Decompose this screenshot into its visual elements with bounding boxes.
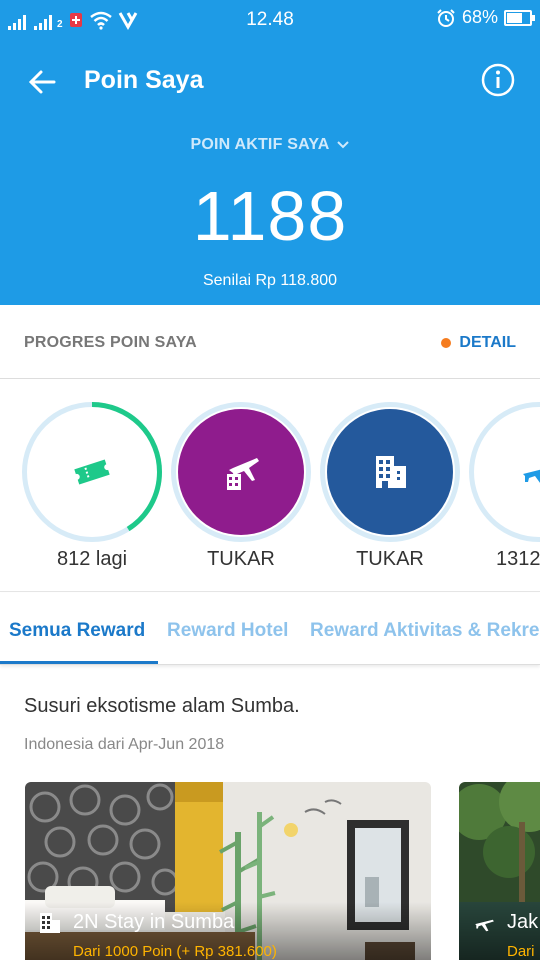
hotel-icon (40, 912, 60, 933)
points-type-dropdown[interactable]: POIN AKTIF SAYA (0, 136, 540, 154)
reward-item-flight[interactable]: 1312 (469, 402, 540, 571)
reward-category-tabs: Semua Reward Reward Hotel Reward Aktivit… (0, 593, 540, 665)
info-icon[interactable] (480, 62, 516, 98)
page-title: Poin Saya (84, 66, 204, 94)
points-type-label: POIN AKTIF SAYA (190, 136, 330, 153)
reward-icon-bg (178, 409, 304, 535)
promo-subtitle: Indonesia dari Apr-Jun 2018 (24, 736, 225, 753)
status-bar: 2 12.48 68% (0, 0, 540, 38)
active-tab-indicator (0, 661, 158, 664)
back-arrow-icon[interactable] (24, 64, 60, 100)
reward-progress-list: 812 lagi TUKAR TUKAR 1312 (0, 380, 540, 592)
promo-card[interactable]: Jak Dari (459, 782, 540, 960)
detail-label: DETAIL (459, 334, 516, 351)
promo-title: Susuri eksotisme alam Sumba. (24, 695, 300, 717)
promo-card-caption: Jak (473, 911, 538, 934)
airplane-icon (475, 919, 494, 931)
battery-icon (504, 9, 535, 26)
hotel-building-icon (376, 456, 406, 488)
promo-card-title: 2N Stay in Sumba (73, 911, 235, 933)
tab-all-rewards[interactable]: Semua Reward (9, 620, 145, 642)
battery-percent: 68% (461, 7, 498, 27)
reward-icon-bg (327, 409, 453, 535)
reward-item-flight-hotel[interactable]: TUKAR (171, 402, 311, 571)
chevron-down-icon (336, 141, 349, 149)
promo-card-caption: 2N Stay in Sumba (39, 911, 234, 934)
reward-label: TUKAR (207, 548, 275, 570)
reward-label: TUKAR (356, 548, 424, 570)
status-icons-right: 68% (436, 7, 535, 28)
points-header: Poin Saya POIN AKTIF SAYA 1188 Senilai R… (0, 38, 540, 305)
promo-card-price: Dari (507, 943, 535, 960)
promo-card[interactable]: 2N Stay in Sumba Dari 1000 Poin (+ Rp 38… (25, 782, 431, 960)
flight-hotel-icon (227, 458, 259, 490)
reward-icon-bg (29, 409, 155, 535)
points-balance: 1188 (192, 177, 348, 255)
promo-card-title: Jak (507, 911, 539, 933)
new-indicator-dot (441, 338, 452, 348)
reward-item-hotel[interactable]: TUKAR (320, 402, 460, 571)
points-worth: Senilai Rp 118.800 (202, 272, 338, 289)
tab-hotel-rewards[interactable]: Reward Hotel (167, 620, 288, 642)
ticket-icon (74, 459, 110, 485)
points-progress-header: PROGRES POIN SAYA DETAIL (0, 305, 540, 379)
tab-activity-rewards[interactable]: Reward Aktivitas & Rekre (310, 620, 540, 642)
airplane-icon (523, 469, 540, 483)
detail-link[interactable]: DETAIL (441, 334, 516, 352)
reward-label: 1312 (496, 548, 540, 570)
progress-title: PROGRES POIN SAYA (24, 334, 197, 351)
alarm-icon (437, 8, 455, 27)
reward-label: 812 lagi (56, 548, 128, 570)
promo-card-price: Dari 1000 Poin (+ Rp 381.600) (73, 943, 277, 960)
reward-item-ticket[interactable]: 812 lagi (22, 402, 162, 571)
